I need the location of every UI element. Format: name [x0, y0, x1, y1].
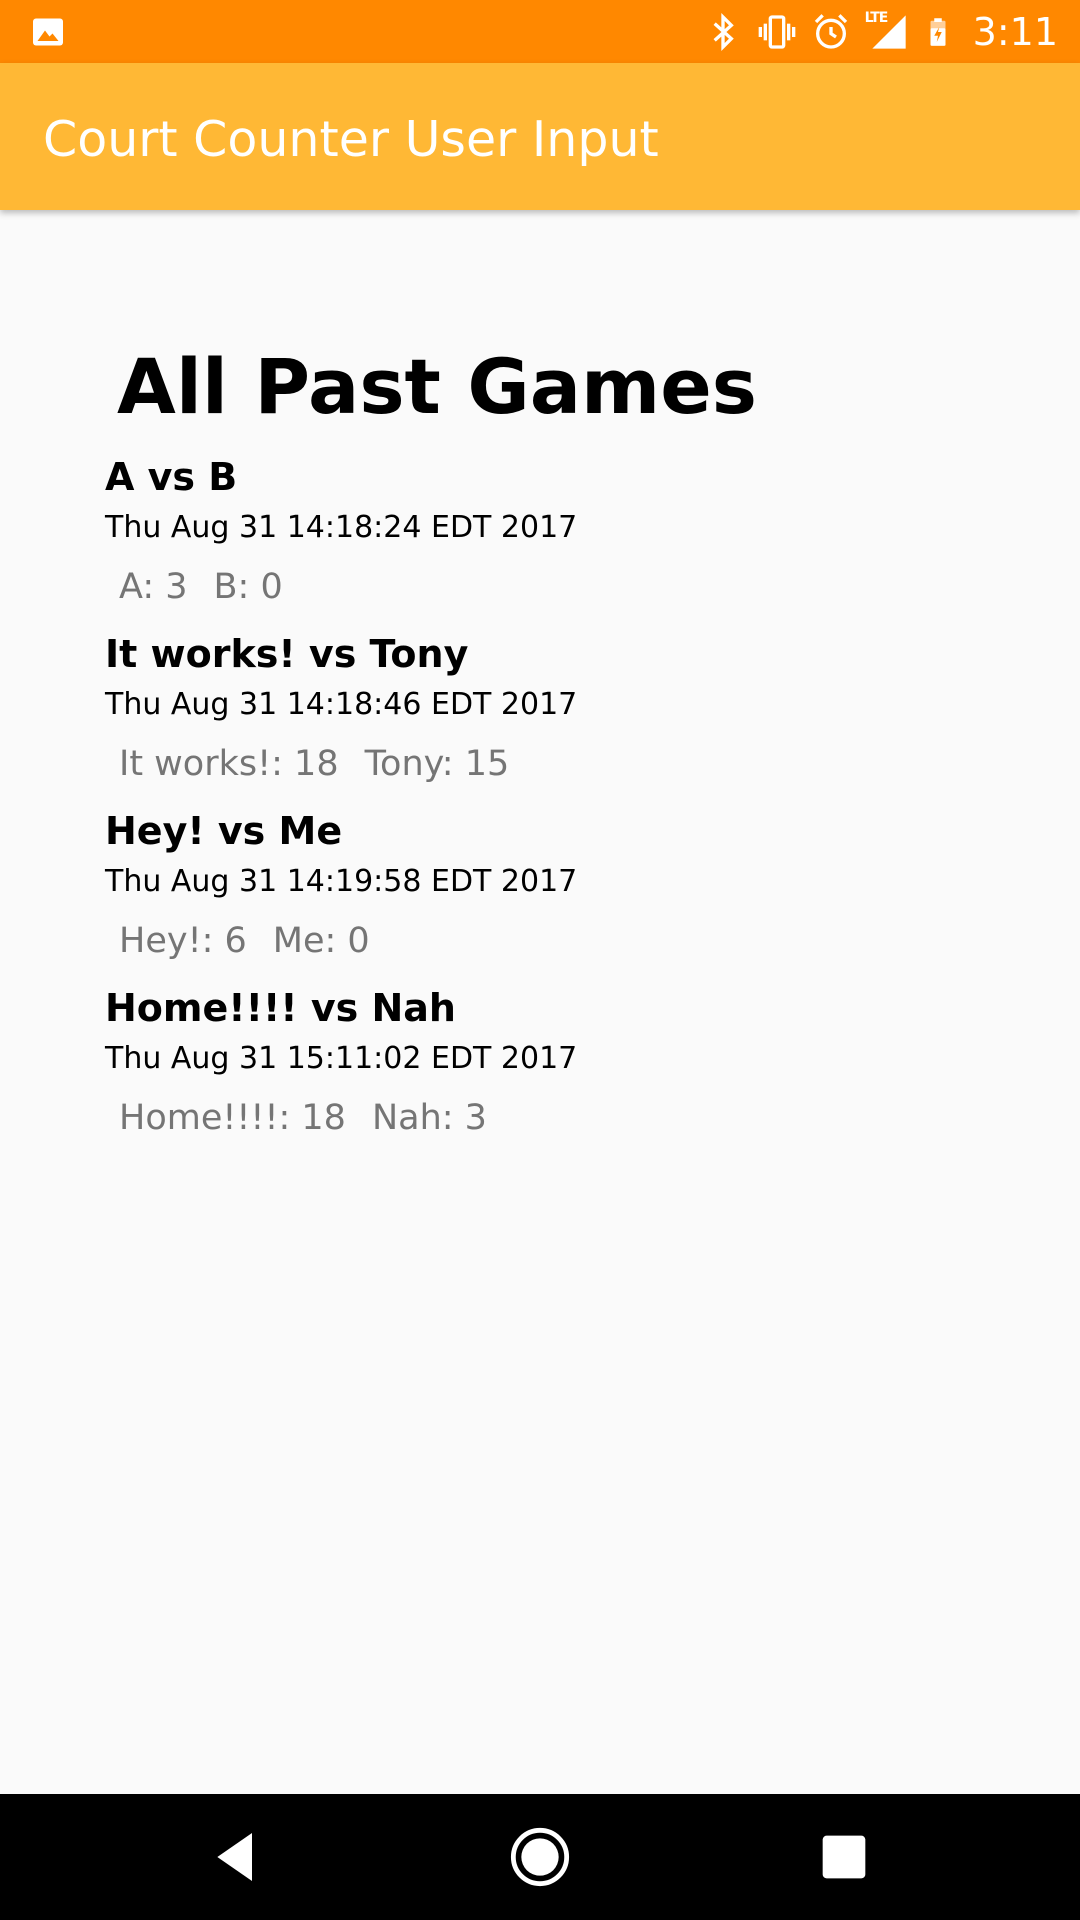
battery-charging-icon [930, 17, 946, 46]
bluetooth-icon [713, 12, 734, 51]
game-title: A vs B [105, 455, 238, 499]
game-scores: Hey!: 6 Me: 0 [119, 921, 370, 961]
game-title: It works! vs Tony [105, 632, 469, 676]
team-a-score: It works!: 18 [119, 744, 339, 784]
vibrate-icon [758, 14, 795, 49]
team-b-score: Me: 0 [272, 921, 370, 961]
app-title: Court Counter User Input [43, 111, 659, 168]
status-time: 3:11 [972, 9, 1058, 54]
game-title: Hey! vs Me [105, 809, 343, 853]
team-a-score: A: 3 [119, 567, 188, 607]
status-bar: LTE 3:11 [0, 0, 1080, 63]
app-bar: Court Counter User Input [0, 63, 1080, 210]
game-date: Thu Aug 31 14:19:58 EDT 2017 [105, 864, 578, 899]
game-scores: Home!!!!: 18 Nah: 3 [119, 1098, 487, 1138]
team-a-score: Hey!: 6 [119, 921, 247, 961]
navigation-bar [0, 1794, 1080, 1920]
game-date: Thu Aug 31 15:11:02 EDT 2017 [105, 1041, 578, 1076]
game-scores: A: 3 B: 0 [119, 567, 283, 607]
signal-indicator: LTE [865, 10, 909, 52]
gallery-icon [33, 18, 63, 46]
game-date: Thu Aug 31 14:18:46 EDT 2017 [105, 687, 578, 722]
signal-icon [871, 14, 906, 49]
team-b-score: Tony: 15 [364, 744, 510, 784]
game-date: Thu Aug 31 14:18:24 EDT 2017 [105, 510, 578, 545]
back-icon[interactable] [204, 1825, 268, 1889]
team-b-score: Nah: 3 [371, 1098, 487, 1138]
team-b-score: B: 0 [213, 567, 283, 607]
recents-icon[interactable] [812, 1825, 876, 1889]
page-title: All Past Games [117, 342, 757, 431]
team-a-score: Home!!!!: 18 [119, 1098, 346, 1138]
game-title: Home!!!! vs Nah [105, 986, 456, 1030]
home-icon[interactable] [508, 1825, 572, 1889]
game-scores: It works!: 18 Tony: 15 [119, 744, 509, 784]
alarm-icon [814, 13, 847, 49]
